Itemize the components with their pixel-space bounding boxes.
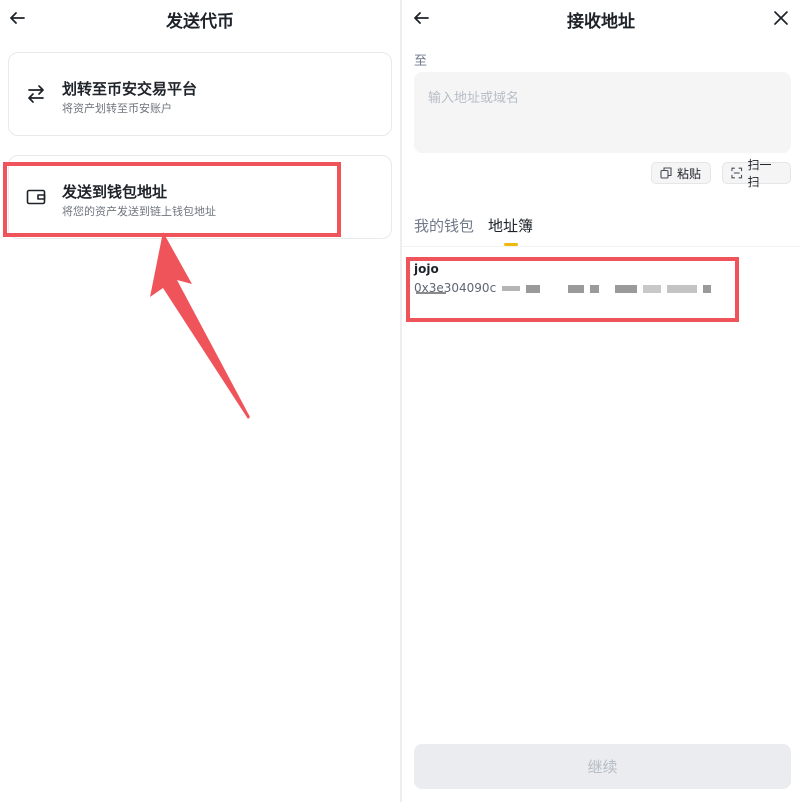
transfer-to-binance-option[interactable]: 划转至币安交易平台 将资产划转至币安账户	[8, 52, 392, 136]
address-name: jojo	[414, 262, 439, 276]
redaction-block	[643, 284, 662, 293]
option-description: 将资产划转至币安账户	[62, 102, 172, 115]
right-header: 接收地址	[402, 0, 800, 36]
address-book-item[interactable]: jojo 0x3e304090c	[414, 262, 734, 306]
redaction-block	[615, 284, 638, 293]
transfer-arrows-icon	[28, 85, 44, 103]
page-title: 发送代币	[166, 12, 234, 32]
scan-label: 扫一扫	[747, 158, 772, 189]
left-header: 发送代币	[0, 0, 400, 36]
scan-icon	[731, 167, 743, 179]
option-description: 将您的资产发送到链上钱包地址	[62, 205, 216, 218]
receive-address-screen: 接收地址 至 粘贴 扫一扫 我的钱包 地址簿 jojo 0x3e304090c …	[402, 0, 800, 802]
wallet-icon	[26, 189, 46, 205]
copy-icon	[660, 167, 672, 179]
option-title: 划转至币安交易平台	[62, 80, 198, 98]
redaction-block	[703, 284, 712, 293]
page-title: 接收地址	[567, 12, 635, 32]
close-icon[interactable]	[772, 9, 790, 27]
paste-label: 粘贴	[677, 166, 702, 181]
address-input[interactable]	[414, 72, 791, 153]
redaction-block	[667, 284, 698, 293]
redaction-line	[416, 292, 446, 294]
redaction-block	[502, 286, 521, 291]
to-label: 至	[414, 54, 428, 69]
send-token-screen: 发送代币 划转至币安交易平台 将资产划转至币安账户 发送到钱包地址 将您的资产发…	[0, 0, 400, 802]
tabs-divider	[402, 246, 800, 247]
redaction-block	[590, 284, 600, 293]
paste-button[interactable]: 粘贴	[651, 162, 711, 184]
option-title: 发送到钱包地址	[62, 183, 168, 201]
redaction-block	[568, 284, 585, 293]
tab-my-wallet[interactable]: 我的钱包	[414, 215, 474, 246]
address-value: 0x3e304090c	[414, 281, 734, 295]
tab-address-book[interactable]: 地址簿	[488, 215, 533, 246]
send-to-wallet-address-option[interactable]: 发送到钱包地址 将您的资产发送到链上钱包地址	[8, 155, 392, 239]
continue-button[interactable]: 继续	[414, 744, 791, 789]
pointer-arrow	[150, 232, 250, 419]
address-tabs: 我的钱包 地址簿	[414, 215, 533, 246]
redaction-block	[526, 284, 541, 293]
scan-button[interactable]: 扫一扫	[722, 158, 791, 189]
